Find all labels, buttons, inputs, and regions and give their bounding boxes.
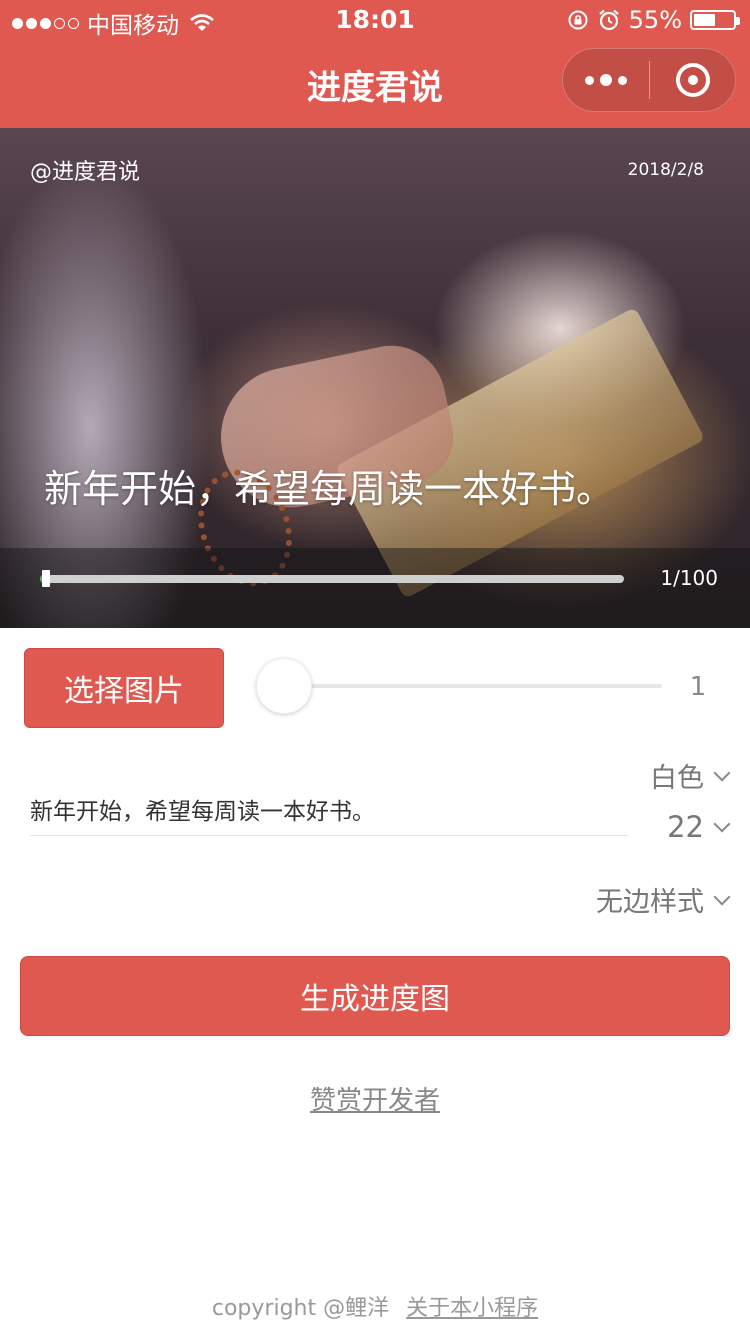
more-button[interactable] — [563, 49, 649, 111]
slider-value: 1 — [689, 672, 707, 702]
progress-knob — [42, 570, 50, 587]
progress-strip: 1/100 — [0, 548, 750, 628]
close-button[interactable] — [650, 49, 735, 111]
footer: copyright @鲤洋 关于本小程序 — [0, 1290, 750, 1322]
about-link[interactable]: 关于本小程序 — [406, 1296, 538, 1321]
mini-program-capsule — [562, 48, 736, 112]
nav-bar: 进度君说 — [0, 40, 750, 128]
alarm-icon — [598, 9, 619, 31]
style-picker-value: 无边样式 — [596, 887, 704, 918]
progress-label: 1/100 — [660, 566, 718, 590]
choose-image-button[interactable]: 选择图片 — [24, 648, 224, 728]
chevron-down-icon — [713, 815, 731, 833]
more-dot — [585, 75, 594, 85]
preview-brand: @进度君说 — [30, 160, 141, 185]
close-icon-dot — [687, 75, 698, 85]
progress-preview-image: @进度君说 2018/2/8 新年开始，希望每周读一本好书。 1/100 — [0, 128, 750, 628]
status-bar: 中国移动 18:01 55% — [0, 0, 750, 40]
chevron-down-icon — [713, 764, 731, 781]
style-picker[interactable]: 无边样式 — [596, 880, 731, 919]
battery-percent: 55% — [628, 6, 682, 34]
generate-button[interactable]: 生成进度图 — [20, 956, 730, 1036]
battery-fill — [694, 14, 715, 26]
more-dot — [600, 74, 612, 86]
more-dot — [618, 75, 627, 85]
battery-tip — [736, 17, 740, 25]
status-right: 55% — [567, 6, 740, 34]
progress-track — [40, 575, 624, 583]
color-picker[interactable]: 白色 — [650, 756, 731, 795]
rotation-lock-icon — [568, 10, 588, 30]
color-picker-value: 白色 — [650, 763, 704, 794]
font-size-picker[interactable]: 22 — [667, 810, 731, 844]
progress-slider-thumb[interactable] — [256, 658, 312, 714]
copyright-text: copyright @鲤洋 — [211, 1296, 390, 1321]
progress-slider-track[interactable] — [284, 684, 662, 688]
close-icon — [675, 63, 710, 97]
preview-date: 2018/2/8 — [627, 160, 704, 180]
preview-caption: 新年开始，希望每周读一本好书。 — [44, 467, 615, 511]
chevron-down-icon — [713, 888, 731, 905]
font-size-picker-value: 22 — [667, 810, 704, 844]
reward-developer-link[interactable]: 赞赏开发者 — [0, 1080, 750, 1117]
caption-input[interactable] — [30, 778, 628, 836]
battery-icon — [690, 10, 740, 30]
